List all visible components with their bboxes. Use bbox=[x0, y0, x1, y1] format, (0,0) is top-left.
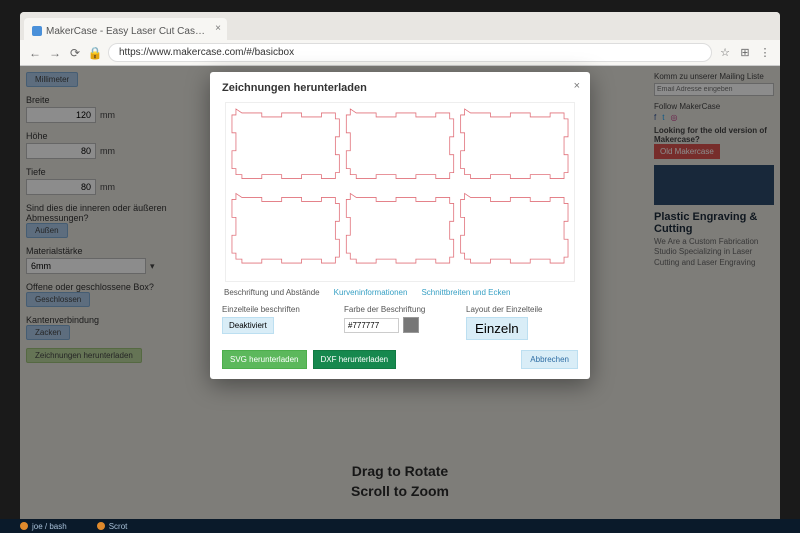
download-dxf-button[interactable]: DXF herunterladen bbox=[313, 350, 397, 369]
taskbar-item[interactable]: Scrot bbox=[97, 522, 128, 531]
star-icon[interactable]: ☆ bbox=[718, 46, 732, 60]
plan-preview bbox=[225, 102, 575, 282]
firefox-icon bbox=[20, 522, 28, 530]
forward-icon[interactable]: → bbox=[48, 46, 62, 60]
modal-tabs: Beschriftung und Abstände Kurveninformat… bbox=[224, 288, 576, 297]
browser-tab[interactable]: MakerCase - Easy Laser Cut Cas… × bbox=[24, 18, 227, 40]
close-icon[interactable]: × bbox=[215, 23, 221, 34]
os-taskbar: joe / bash Scrot bbox=[0, 519, 800, 533]
extension-icon[interactable]: ⊞ bbox=[738, 46, 752, 60]
page-content: Millimeter Breite mm Höhe mm Tiefe mm Si… bbox=[20, 66, 780, 521]
label-color-title: Farbe der Beschriftung bbox=[344, 305, 456, 314]
close-icon[interactable]: × bbox=[574, 80, 580, 92]
modal-title: Zeichnungen herunterladen bbox=[222, 82, 578, 94]
tab-title: MakerCase - Easy Laser Cut Cas… bbox=[46, 26, 205, 37]
taskbar-item[interactable]: joe / bash bbox=[20, 522, 67, 531]
layout-title: Layout der Einzelteile bbox=[466, 305, 578, 314]
menu-icon[interactable]: ⋮ bbox=[758, 46, 772, 60]
label-color-input[interactable] bbox=[344, 318, 399, 333]
layout-toggle[interactable]: Einzeln bbox=[466, 317, 528, 340]
plan-svg bbox=[226, 103, 574, 282]
tab-kerf[interactable]: Kurveninformationen bbox=[334, 288, 408, 297]
reload-icon[interactable]: ⟳ bbox=[68, 46, 82, 60]
browser-tab-bar: MakerCase - Easy Laser Cut Cas… × bbox=[20, 12, 780, 40]
firefox-icon bbox=[97, 522, 105, 530]
panel-label-title: Einzelteile beschriften bbox=[222, 305, 334, 314]
browser-address-bar: ← → ⟳ 🔒 https://www.makercase.com/#/basi… bbox=[20, 40, 780, 66]
download-modal: Zeichnungen herunterladen × bbox=[210, 72, 590, 379]
makercase-favicon-icon bbox=[32, 26, 42, 36]
back-icon[interactable]: ← bbox=[28, 46, 42, 60]
download-svg-button[interactable]: SVG herunterladen bbox=[222, 350, 307, 369]
color-swatch[interactable] bbox=[403, 317, 419, 333]
tab-labels[interactable]: Beschriftung und Abstände bbox=[224, 288, 320, 297]
url-input[interactable]: https://www.makercase.com/#/basicbox bbox=[108, 43, 712, 62]
panel-labels-toggle[interactable]: Deaktiviert bbox=[222, 317, 274, 334]
lock-icon: 🔒 bbox=[88, 46, 102, 60]
cancel-button[interactable]: Abbrechen bbox=[521, 350, 578, 369]
tab-line[interactable]: Schnittbreiten und Ecken bbox=[421, 288, 510, 297]
